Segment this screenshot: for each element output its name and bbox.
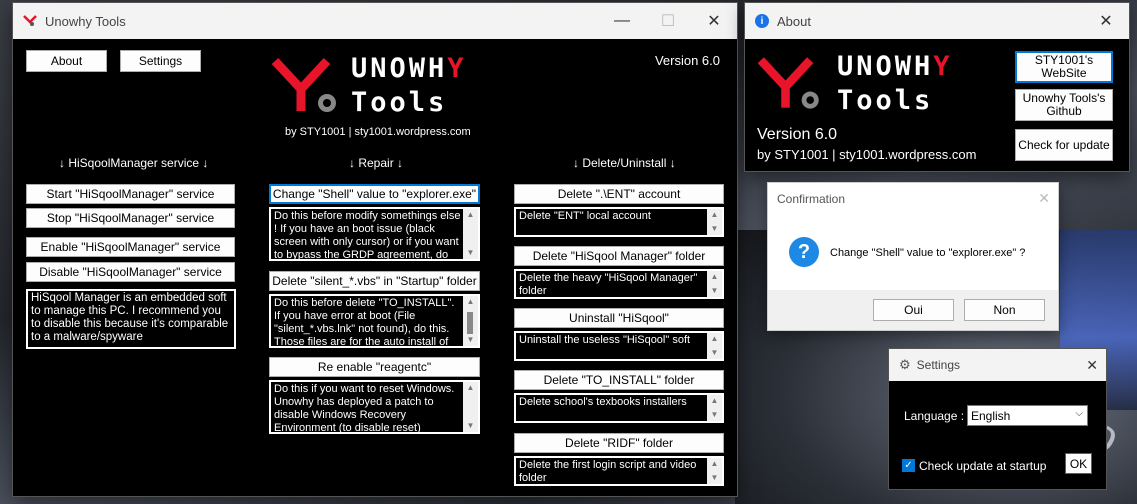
delete-hisqool-manager-desc: Delete the heavy "HiSqool Manager" folde…	[514, 269, 724, 299]
settings-ok-button[interactable]: OK	[1065, 453, 1092, 474]
service-info-label: HiSqool Manager is an embedded soft to m…	[31, 292, 229, 343]
enable-service-button[interactable]: Enable "HiSqoolManager" service	[26, 237, 235, 257]
settings-close-button[interactable]: ✕	[1086, 357, 1098, 374]
unowhy-logo: UNOWHY Tools	[271, 53, 481, 123]
repair-column-header: ↓ Repair ↓	[349, 156, 404, 170]
about-version: Version 6.0	[757, 126, 838, 143]
website-button[interactable]: STY1001's WebSite	[1015, 51, 1113, 83]
confirmation-message: Change "Shell" value to "explorer.exe" ?	[830, 247, 1026, 259]
delete-to-install-desc-text: Delete school's texbooks installers	[519, 396, 687, 408]
no-button[interactable]: Non	[964, 299, 1045, 321]
scrollbar[interactable]: ▲ ▼	[707, 271, 722, 297]
settings-window-title: Settings	[916, 358, 961, 372]
about-logo-tools: Tools	[837, 85, 934, 116]
uninstall-hisqool-desc-text: Uninstall the useless "HiSqool" soft	[519, 334, 691, 346]
scrollbar[interactable]: ▲ ▼	[707, 333, 722, 359]
language-select[interactable]: English ⌵	[967, 405, 1088, 426]
chevron-down-icon: ⌵	[1075, 408, 1083, 419]
delete-ridf-desc: Delete the first login script and video …	[514, 456, 724, 486]
about-logo-unowh: UNOWH	[837, 51, 934, 82]
confirmation-close-button[interactable]: ✕	[1038, 190, 1050, 207]
about-window-title: About	[777, 13, 811, 29]
maximize-button[interactable]: ☐	[645, 3, 691, 39]
settings-titlebar[interactable]: ⚙ Settings ✕	[889, 349, 1106, 381]
check-update-button[interactable]: Check for update	[1015, 129, 1113, 161]
yes-button[interactable]: Oui	[873, 299, 954, 321]
delete-ent-desc: Delete "ENT" local account ▲ ▼	[514, 207, 724, 237]
reenable-reagentc-desc: Do this if you want to reset Windows. Un…	[269, 380, 480, 434]
delete-silent-button[interactable]: Delete "silent_*.vbs" in "Startup" folde…	[269, 271, 480, 291]
delete-hisqool-manager-button[interactable]: Delete "HiSqool Manager" folder	[514, 246, 724, 266]
service-column-header: ↓ HiSqoolManager service ↓	[59, 156, 209, 170]
check-update-label: Check update at startup	[919, 459, 1047, 473]
disable-service-button[interactable]: Disable "HiSqoolManager" service	[26, 262, 235, 282]
main-window: Unowhy Tools — ☐ ✕ About Settings Versio…	[13, 3, 737, 496]
scrollbar[interactable]: ▲ ▼	[707, 458, 722, 484]
delete-ent-button[interactable]: Delete ".\ENT" account	[514, 184, 724, 204]
scrollbar[interactable]: ▲ ▼	[463, 382, 478, 432]
info-icon: i	[755, 14, 769, 28]
delete-column-header: ↓ Delete/Uninstall ↓	[573, 156, 676, 170]
confirmation-title: Confirmation	[777, 191, 846, 206]
change-shell-desc-text: Do this before modify somethings else ! …	[274, 210, 461, 261]
reenable-reagentc-desc-text: Do this if you want to reset Windows. Un…	[274, 383, 455, 434]
scrollbar[interactable]: ▲ ▼	[463, 296, 478, 346]
delete-silent-desc-text: Do this before delete "TO_INSTALL". If y…	[274, 297, 455, 348]
version-label: Version 6.0	[654, 53, 720, 68]
delete-ridf-button[interactable]: Delete "RIDF" folder	[514, 433, 724, 453]
change-shell-desc: Do this before modify somethings else ! …	[269, 207, 480, 261]
main-titlebar[interactable]: Unowhy Tools — ☐ ✕	[13, 3, 737, 39]
main-window-title: Unowhy Tools	[45, 13, 126, 29]
close-button[interactable]: ✕	[691, 3, 737, 39]
uninstall-hisqool-button[interactable]: Uninstall "HiSqool"	[514, 308, 724, 328]
about-byline: by STY1001 | sty1001.wordpress.com	[757, 147, 977, 162]
about-button[interactable]: About	[26, 50, 107, 72]
delete-hisqool-manager-desc-text: Delete the heavy "HiSqool Manager" folde…	[519, 272, 698, 297]
confirmation-footer: Oui Non	[768, 290, 1058, 330]
about-logo: UNOWHY Tools	[757, 51, 957, 121]
delete-to-install-desc: Delete school's texbooks installers ▲ ▼	[514, 393, 724, 423]
byline: by STY1001 | sty1001.wordpress.com	[285, 126, 471, 138]
scrollbar[interactable]: ▲ ▼	[707, 209, 722, 235]
settings-window: ⚙ Settings ✕ Language : English ⌵ ✓ Chec…	[889, 349, 1106, 489]
language-label: Language :	[904, 409, 965, 423]
gear-icon: ⚙	[899, 357, 911, 372]
website-button-label: STY1001's WebSite	[1034, 53, 1094, 80]
reenable-reagentc-button[interactable]: Re enable "reagentc"	[269, 357, 480, 377]
confirmation-dialog: Confirmation ✕ ? Change "Shell" value to…	[767, 182, 1059, 331]
logo-unowh: UNOWH	[351, 53, 448, 84]
about-logo-y: Y	[933, 51, 953, 82]
about-content: UNOWHY Tools Version 6.0 by STY1001 | st…	[745, 39, 1129, 171]
logo-y: Y	[447, 53, 467, 84]
scrollbar[interactable]: ▲ ▼	[463, 209, 478, 259]
confirmation-titlebar[interactable]: Confirmation ✕	[768, 183, 1058, 214]
settings-button[interactable]: Settings	[120, 50, 201, 72]
about-close-button[interactable]: ✕	[1083, 3, 1129, 39]
minimize-button[interactable]: —	[599, 3, 645, 39]
main-content: About Settings Version 6.0 UNOWHY Tools …	[13, 39, 737, 496]
github-button[interactable]: Unowhy Tools's Github	[1015, 89, 1113, 121]
delete-to-install-button[interactable]: Delete "TO_INSTALL" folder	[514, 370, 724, 390]
github-button-label: Unowhy Tools's Github	[1022, 91, 1106, 118]
delete-silent-desc: Do this before delete "TO_INSTALL". If y…	[269, 294, 480, 348]
uninstall-hisqool-desc: Uninstall the useless "HiSqool" soft ▲ ▼	[514, 331, 724, 361]
app-icon	[23, 15, 37, 27]
delete-ridf-desc-text: Delete the first login script and video …	[519, 459, 697, 484]
change-shell-button[interactable]: Change "Shell" value to "explorer.exe"	[269, 184, 480, 204]
stop-service-button[interactable]: Stop "HiSqoolManager" service	[26, 208, 235, 228]
about-titlebar[interactable]: i About ✕	[745, 3, 1129, 39]
language-select-value: English	[971, 408, 1011, 423]
about-window: i About ✕ UNOWHY Tools Version 6.0 by ST…	[745, 3, 1129, 171]
service-info-text: HiSqool Manager is an embedded soft to m…	[26, 289, 236, 349]
logo-tools: Tools	[351, 87, 448, 118]
question-icon: ?	[789, 237, 819, 267]
start-service-button[interactable]: Start "HiSqoolManager" service	[26, 184, 235, 204]
delete-ent-desc-text: Delete "ENT" local account	[519, 210, 651, 222]
scrollbar[interactable]: ▲ ▼	[707, 395, 722, 421]
check-update-checkbox[interactable]: ✓	[902, 459, 915, 472]
